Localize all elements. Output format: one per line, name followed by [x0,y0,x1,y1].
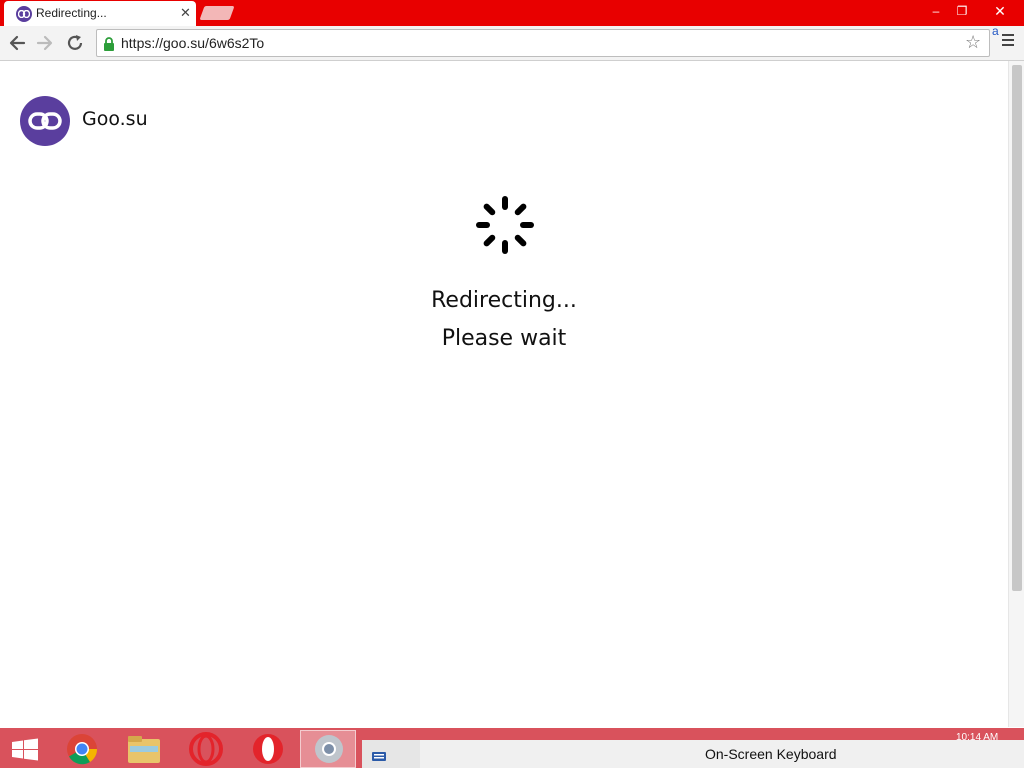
goo-su-favicon-icon [16,6,32,22]
forward-icon[interactable] [34,32,56,54]
back-icon[interactable] [6,32,28,54]
amazon-extension-icon[interactable]: a [992,24,999,38]
vertical-scrollbar[interactable] [1008,61,1024,727]
minimize-button[interactable]: – [926,2,946,20]
scrollbar-thumb[interactable] [1012,65,1022,591]
chrome-icon[interactable] [54,730,110,768]
close-window-button[interactable]: ✕ [980,2,1020,20]
keyboard-icon[interactable] [362,740,420,768]
brand-name[interactable]: Goo.su [82,108,148,130]
opera-icon[interactable] [178,730,234,768]
tab-close-icon[interactable]: ✕ [180,5,191,21]
browser-toolbar: https://goo.su/6w6s2To ☆ a [0,24,1024,61]
please-wait-text: Please wait [441,326,567,351]
windows-start-icon[interactable] [0,730,56,768]
url-text[interactable]: https://goo.su/6w6s2To [121,35,264,51]
on-screen-keyboard-label[interactable]: On-Screen Keyboard [705,746,837,762]
taskbar-clock: 10:14 AM [956,732,999,743]
goo-su-logo[interactable] [20,96,70,146]
chrome-active-icon[interactable] [300,730,356,768]
opera-alt-icon[interactable] [240,730,296,768]
title-bar: Redirecting... ✕ – ❐ ✕ [0,0,1024,26]
menu-icon[interactable] [1002,34,1014,49]
file-explorer-icon[interactable] [116,730,172,768]
lock-icon [103,36,115,55]
address-bar[interactable]: https://goo.su/6w6s2To ☆ [96,29,990,57]
tab-title: Redirecting... [36,6,107,20]
spinner-icon [474,194,536,256]
maximize-button[interactable]: ❐ [952,2,972,20]
star-icon[interactable]: ☆ [965,32,981,53]
chain-link-icon [28,112,62,130]
new-tab-button[interactable] [199,6,235,20]
reload-icon[interactable] [64,32,86,54]
redirecting-text: Redirecting... [431,288,577,313]
browser-tab[interactable]: Redirecting... ✕ [4,1,196,26]
